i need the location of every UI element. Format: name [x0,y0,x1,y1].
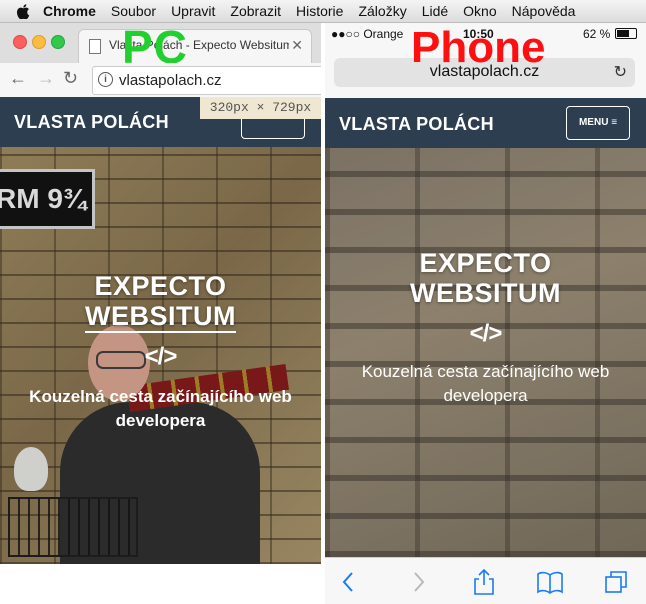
site-brand[interactable]: VLASTA POLÁCH [14,112,169,133]
viewport-size-tooltip: 320px × 729px [200,97,321,119]
share-icon[interactable] [470,568,498,596]
battery-icon [615,28,637,39]
hero-title: EXPECTO WEBSITUM [0,271,321,333]
safari-bottom-toolbar [325,557,646,604]
address-url[interactable]: vlastapolach.cz [119,72,222,89]
battery-percent: 62 % [583,27,611,41]
close-window-button[interactable] [13,35,27,49]
menu-app-chrome[interactable]: Chrome [43,3,96,19]
zoom-window-button[interactable] [51,35,65,49]
forward-arrow-icon[interactable] [404,568,432,596]
hero-section: EXPECTO WEBSITUM </> Kouzelná cesta začí… [325,148,646,557]
menu-historie[interactable]: Historie [296,3,343,19]
hero-title-line1: EXPECTO [419,248,552,278]
minimize-window-button[interactable] [32,35,46,49]
browser-tab[interactable]: Vlasta Polách - Expecto Websitum ✕ [78,29,312,64]
menu-okno[interactable]: Okno [463,3,496,19]
menu-button[interactable]: MENU ≡ [566,106,630,140]
menu-soubor[interactable]: Soubor [111,3,156,19]
macos-menu-bar: Chrome Soubor Upravit Zobrazit Historie … [0,0,646,23]
forward-arrow-icon[interactable]: → [37,68,55,89]
code-icon: </> [144,343,178,370]
reload-icon[interactable]: ↻ [614,62,627,82]
site-brand[interactable]: VLASTA POLÁCH [339,114,494,135]
back-arrow-icon[interactable]: ← [9,68,27,89]
carrier-signal: ●●○○ Orange [331,27,404,41]
hero-overlay [325,148,646,557]
tabs-icon[interactable] [602,568,630,596]
browser-toolbar: ← → ↻ i vlastapolach.cz [0,63,321,98]
page-icon [89,39,101,54]
hero-title-line2: WEBSITUM [85,301,236,333]
tab-strip: Vlasta Polách - Expecto Websitum ✕ PC [0,23,321,70]
apple-icon[interactable] [16,3,30,19]
bookmarks-icon[interactable] [536,568,564,596]
menu-zalozky[interactable]: Záložky [358,3,406,19]
menu-lide[interactable]: Lidé [422,3,448,19]
pc-browser-window: Vlasta Polách - Expecto Websitum ✕ PC ← … [0,23,321,604]
hero-title-line1: EXPECTO [94,271,227,301]
back-arrow-icon[interactable] [335,568,363,596]
menu-upravit[interactable]: Upravit [171,3,215,19]
site-header: VLASTA POLÁCH MENU ≡ [325,98,646,148]
phone-browser-window: ●●○○ Orange 10:50 62 % vlastapolach.cz ↻… [325,23,646,604]
close-icon[interactable]: ✕ [291,37,303,54]
phone-annotation-label: Phone [411,23,546,72]
hero-title: EXPECTO WEBSITUM [325,248,646,308]
reload-icon[interactable]: ↻ [63,68,78,89]
menu-zobrazit[interactable]: Zobrazit [230,3,281,19]
hero-title-line2: WEBSITUM [410,278,561,308]
hero-subtitle: Kouzelná cesta začínajícího web develope… [361,362,610,405]
menu-napoveda[interactable]: Nápověda [512,3,576,19]
hero-section: RM 9¾ EXPECTO WEBSITUM </> Kouzelná cest… [0,147,321,564]
hero-subtitle: Kouzelná cesta začínajícího web develope… [29,387,292,430]
info-icon[interactable]: i [98,72,113,87]
address-bar[interactable]: i vlastapolach.cz [92,66,321,95]
code-icon: </> [469,320,503,347]
